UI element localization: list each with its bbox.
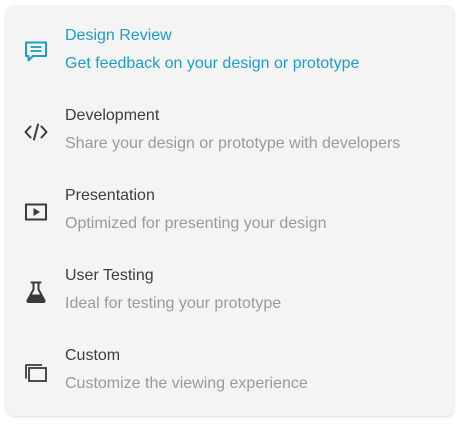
menu-item-title: Presentation: [65, 187, 155, 204]
menu-item-description: Share your design or prototype with deve…: [65, 135, 401, 152]
menu-item-title: Design Review: [65, 27, 172, 44]
menu-item-title: Development: [65, 107, 160, 124]
menu-item-user-testing[interactable]: User Testing Ideal for testing your prot…: [6, 256, 454, 336]
play-icon: [20, 196, 52, 228]
flask-icon: [20, 276, 52, 308]
comment-icon: [20, 36, 52, 68]
menu-item-description: Optimized for presenting your design: [65, 215, 327, 232]
menu-item-development[interactable]: Development Share your design or prototy…: [6, 96, 454, 176]
menu-item-custom[interactable]: Custom Customize the viewing experience: [6, 336, 454, 416]
menu-item-description: Customize the viewing experience: [65, 375, 308, 392]
share-mode-menu: Design Review Get feedback on your desig…: [6, 6, 454, 416]
menu-item-design-review[interactable]: Design Review Get feedback on your desig…: [6, 16, 454, 96]
code-icon: [20, 116, 52, 148]
menu-item-title: Custom: [65, 347, 121, 364]
menu-item-description: Ideal for testing your prototype: [65, 295, 282, 312]
menu-item-description: Get feedback on your design or prototype: [65, 55, 360, 72]
menu-item-title: User Testing: [65, 267, 154, 284]
windows-icon: [20, 356, 52, 388]
menu-item-presentation[interactable]: Presentation Optimized for presenting yo…: [6, 176, 454, 256]
